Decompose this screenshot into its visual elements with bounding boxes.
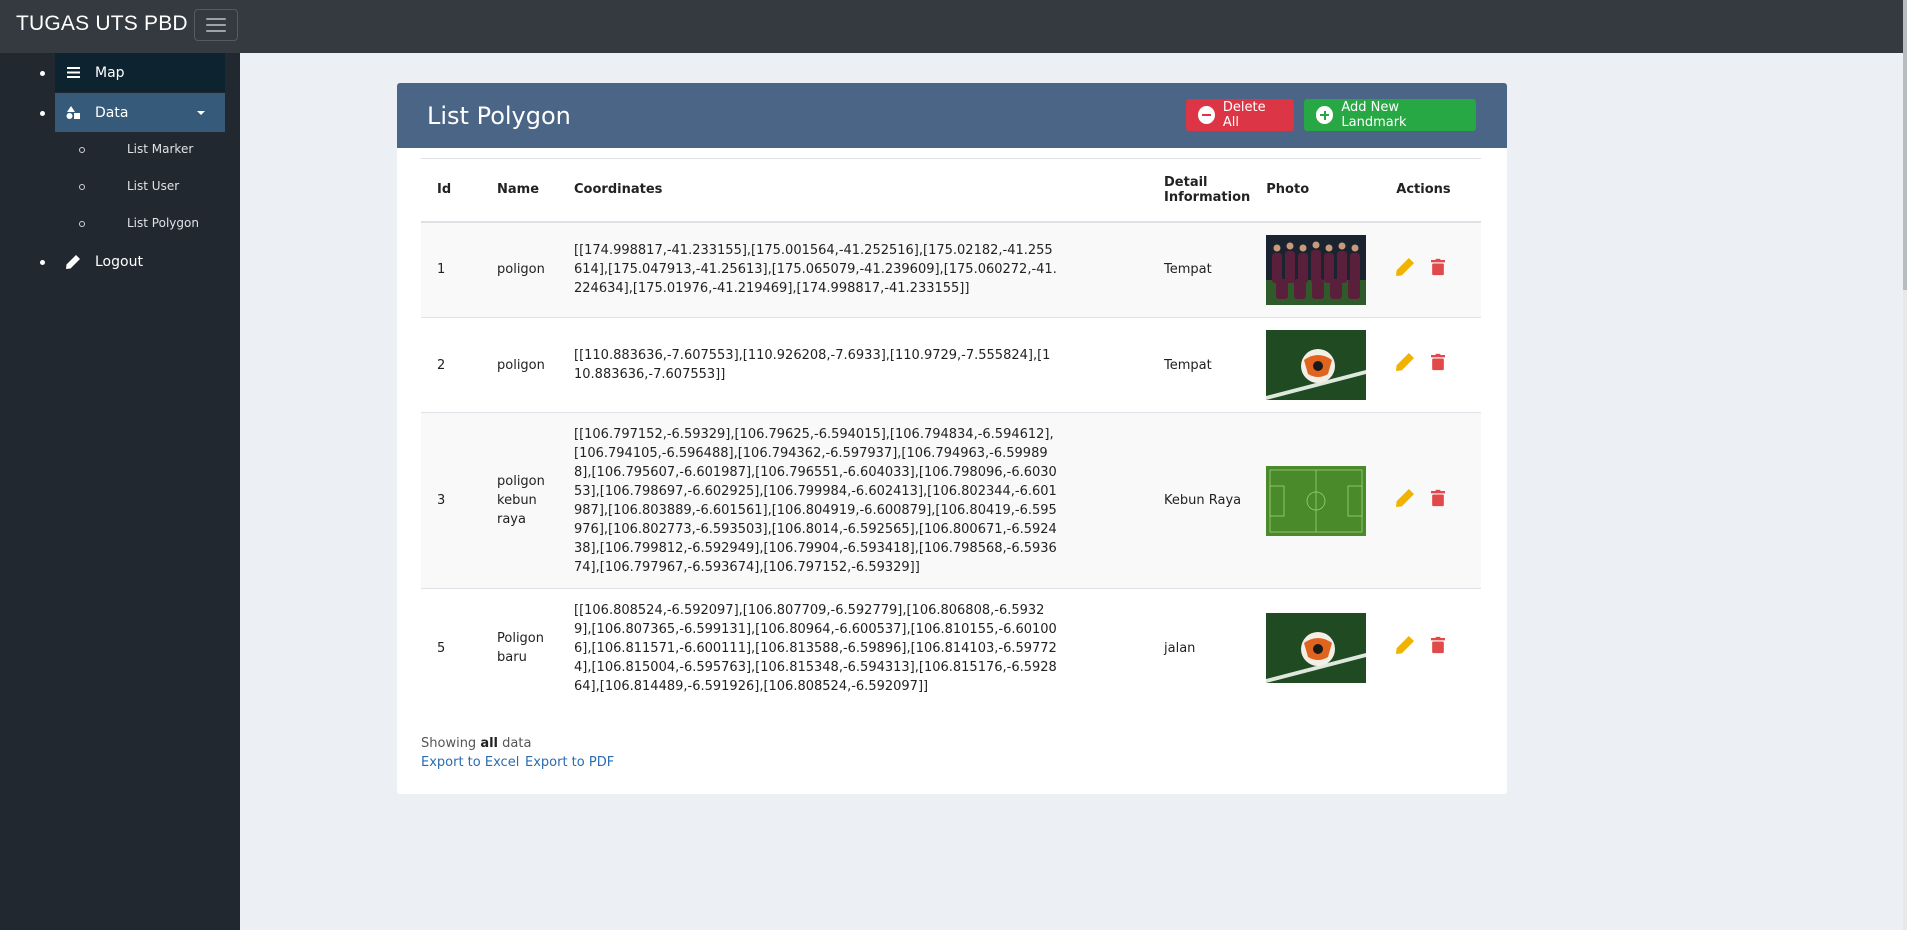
list-bullet — [40, 260, 45, 265]
sidebar-subitem-list-marker[interactable]: List Marker — [127, 142, 193, 156]
plus-circle-icon — [1316, 106, 1334, 124]
delete-all-label: Delete All — [1222, 100, 1266, 130]
cell-actions — [1380, 317, 1481, 413]
sidebar-item-label: Logout — [95, 253, 143, 270]
edit-icon[interactable] — [1396, 488, 1415, 513]
cell-actions — [1380, 412, 1481, 589]
cell-photo — [1250, 588, 1381, 708]
list-icon — [65, 67, 81, 78]
delete-all-button[interactable]: Delete All — [1186, 99, 1294, 131]
table-row: 2 poligon [[110.883636,-7.607553],[110.9… — [421, 317, 1481, 413]
delete-icon[interactable] — [1431, 636, 1446, 660]
column-header-actions: Actions — [1380, 158, 1481, 223]
team-photo — [1266, 234, 1367, 305]
scrollbar-thumb[interactable] — [1903, 0, 1907, 290]
column-header-detail-information: Detail Information — [1148, 158, 1251, 223]
polygon-table: Id Name Coordinates Detail Information P… — [421, 158, 1481, 708]
cell-detail: Tempat — [1148, 221, 1251, 318]
edit-icon[interactable] — [1396, 636, 1415, 660]
card-header: List Polygon Delete All Add New Landmark — [397, 83, 1507, 148]
cell-detail: Tempat — [1148, 317, 1251, 413]
delete-icon[interactable] — [1431, 258, 1446, 282]
list-bullet — [40, 111, 45, 116]
cell-photo — [1250, 317, 1381, 413]
export-excel-link[interactable]: Export to Excel — [421, 755, 519, 770]
caret-down-icon — [197, 111, 205, 115]
add-new-landmark-label: Add New Landmark — [1341, 100, 1407, 130]
cell-id: 2 — [421, 317, 481, 413]
app-title[interactable]: TUGAS UTS PBD — [16, 12, 188, 36]
table-header-row: Id Name Coordinates Detail Information P… — [421, 158, 1481, 223]
cell-name: poligon — [481, 221, 558, 318]
showing-suffix: data — [502, 736, 532, 751]
soccer-ball-photo — [1266, 330, 1367, 400]
cell-name: poligon — [481, 317, 558, 413]
showing-bold: all — [480, 736, 499, 751]
cell-coordinates: [[106.808524,-6.592097],[106.807709,-6.5… — [558, 588, 1148, 708]
list-bullet — [40, 71, 45, 76]
cell-detail: Kebun Raya — [1148, 412, 1251, 589]
cell-id: 5 — [421, 588, 481, 708]
cell-photo — [1250, 221, 1381, 318]
cell-coordinates: [[110.883636,-7.607553],[110.926208,-7.6… — [558, 317, 1148, 413]
cell-coordinates: [[106.797152,-6.59329],[106.79625,-6.594… — [558, 412, 1148, 589]
sidebar-item-logout[interactable]: Logout — [55, 242, 225, 281]
cell-actions — [1380, 221, 1481, 318]
list-polygon-card: List Polygon Delete All Add New Landmark… — [397, 83, 1507, 794]
cell-id: 1 — [421, 221, 481, 318]
cell-id: 3 — [421, 412, 481, 589]
soccer-field-photo — [1266, 465, 1367, 536]
table-row: 1 poligon [[174.998817,-41.233155],[175.… — [421, 221, 1481, 318]
delete-icon[interactable] — [1431, 353, 1446, 377]
sidebar-subitem-list-polygon[interactable]: List Polygon — [127, 216, 199, 230]
sidebar-subitem-list-user[interactable]: List User — [127, 179, 179, 193]
column-header-photo: Photo — [1250, 158, 1381, 223]
sidebar-item-label: Map — [95, 64, 125, 81]
list-circle — [79, 184, 85, 190]
sidebar: Map Data List Marker List User List Poly… — [0, 53, 240, 930]
table-row: 3 poligon kebun raya [[106.797152,-6.593… — [421, 412, 1481, 589]
cell-coordinates: [[174.998817,-41.233155],[175.001564,-41… — [558, 221, 1148, 318]
cell-photo — [1250, 412, 1381, 589]
showing-prefix: Showing — [421, 736, 477, 751]
cell-detail: jalan — [1148, 588, 1251, 708]
column-header-name: Name — [481, 158, 558, 223]
soccer-ball-photo — [1266, 613, 1367, 684]
showing-info: Showing all data — [421, 736, 531, 751]
sidebar-item-map[interactable]: Map — [55, 53, 225, 92]
list-circle — [79, 221, 85, 227]
table-row: 5 Poligon baru [[106.808524,-6.592097],[… — [421, 588, 1481, 708]
pencil-icon — [65, 254, 81, 269]
page-scrollbar[interactable] — [1903, 0, 1907, 930]
column-header-id: Id — [421, 158, 481, 223]
delete-icon[interactable] — [1431, 489, 1446, 513]
export-pdf-link[interactable]: Export to PDF — [525, 755, 614, 770]
hamburger-icon — [206, 18, 226, 32]
sidebar-item-label: Data — [95, 104, 129, 121]
cell-actions — [1380, 588, 1481, 708]
shapes-icon — [65, 106, 81, 119]
column-header-coordinates: Coordinates — [558, 158, 1148, 223]
top-navbar: TUGAS UTS PBD — [0, 0, 1903, 53]
sidebar-toggle-button[interactable] — [194, 9, 238, 41]
add-new-landmark-button[interactable]: Add New Landmark — [1304, 99, 1476, 131]
cell-name: poligon kebun raya — [481, 412, 558, 589]
sidebar-item-data[interactable]: Data — [55, 93, 225, 132]
minus-circle-icon — [1198, 106, 1215, 124]
page-title: List Polygon — [427, 102, 571, 130]
edit-icon[interactable] — [1396, 257, 1415, 282]
cell-name: Poligon baru — [481, 588, 558, 708]
list-circle — [79, 147, 85, 153]
edit-icon[interactable] — [1396, 353, 1415, 377]
